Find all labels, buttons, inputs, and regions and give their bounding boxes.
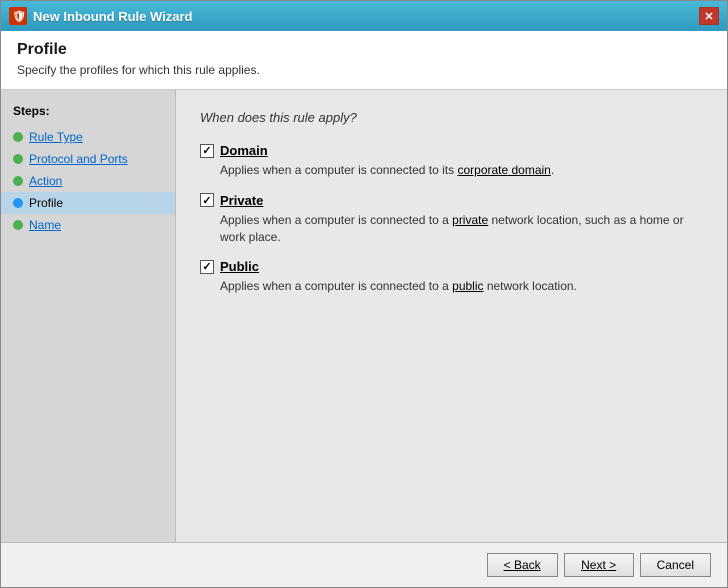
page-subtitle: Specify the profiles for which this rule… bbox=[17, 63, 711, 77]
sidebar-item-protocol-and-ports[interactable]: Protocol and Ports bbox=[1, 148, 175, 170]
sidebar-label-rule-type: Rule Type bbox=[29, 130, 83, 144]
profile-option-domain: Domain Applies when a computer is connec… bbox=[200, 143, 703, 179]
close-button[interactable]: ✕ bbox=[699, 7, 719, 25]
step-dot-protocol-and-ports bbox=[13, 154, 23, 164]
private-option-name: Private bbox=[220, 193, 263, 208]
wizard-window: 🛡 New Inbound Rule Wizard ✕ Profile Spec… bbox=[0, 0, 728, 588]
public-checkbox[interactable] bbox=[200, 260, 214, 274]
window-title: New Inbound Rule Wizard bbox=[33, 9, 193, 24]
domain-checkbox[interactable] bbox=[200, 144, 214, 158]
private-checkbox[interactable] bbox=[200, 193, 214, 207]
sidebar-item-action[interactable]: Action bbox=[1, 170, 175, 192]
sidebar-label-name: Name bbox=[29, 218, 61, 232]
steps-label: Steps: bbox=[1, 100, 175, 126]
question-text: When does this rule apply? bbox=[200, 110, 703, 125]
content-area: Steps: Rule Type Protocol and Ports Acti… bbox=[1, 90, 727, 542]
public-description: Applies when a computer is connected to … bbox=[220, 278, 703, 295]
page-header: Profile Specify the profiles for which t… bbox=[1, 31, 727, 90]
profile-option-private: Private Applies when a computer is conne… bbox=[200, 193, 703, 246]
sidebar-label-action: Action bbox=[29, 174, 62, 188]
domain-option-name: Domain bbox=[220, 143, 268, 158]
sidebar-label-protocol-and-ports: Protocol and Ports bbox=[29, 152, 128, 166]
step-dot-profile bbox=[13, 198, 23, 208]
domain-highlight: corporate domain bbox=[457, 163, 550, 177]
private-highlight: private bbox=[452, 213, 488, 227]
app-icon: 🛡 bbox=[9, 7, 27, 25]
title-bar-left: 🛡 New Inbound Rule Wizard bbox=[9, 7, 193, 25]
back-button-label: < Back bbox=[504, 558, 541, 572]
title-bar: 🛡 New Inbound Rule Wizard ✕ bbox=[1, 1, 727, 31]
profile-option-public: Public Applies when a computer is connec… bbox=[200, 259, 703, 295]
next-button-label: Next > bbox=[581, 558, 616, 572]
sidebar-item-name[interactable]: Name bbox=[1, 214, 175, 236]
public-option-name: Public bbox=[220, 259, 259, 274]
cancel-button[interactable]: Cancel bbox=[640, 553, 711, 577]
step-dot-action bbox=[13, 176, 23, 186]
back-button[interactable]: < Back bbox=[487, 553, 558, 577]
sidebar-item-rule-type[interactable]: Rule Type bbox=[1, 126, 175, 148]
private-option-header: Private bbox=[200, 193, 703, 208]
sidebar: Steps: Rule Type Protocol and Ports Acti… bbox=[1, 90, 176, 542]
domain-description: Applies when a computer is connected to … bbox=[220, 162, 703, 179]
footer: < Back Next > Cancel bbox=[1, 542, 727, 587]
main-content: When does this rule apply? Domain Applie… bbox=[176, 90, 727, 542]
next-button[interactable]: Next > bbox=[564, 553, 634, 577]
sidebar-item-profile[interactable]: Profile bbox=[1, 192, 175, 214]
domain-option-header: Domain bbox=[200, 143, 703, 158]
svg-text:🛡: 🛡 bbox=[12, 10, 26, 23]
sidebar-label-profile: Profile bbox=[29, 196, 63, 210]
public-option-header: Public bbox=[200, 259, 703, 274]
step-dot-name bbox=[13, 220, 23, 230]
page-title: Profile bbox=[17, 41, 711, 59]
step-dot-rule-type bbox=[13, 132, 23, 142]
public-highlight: public bbox=[452, 279, 483, 293]
private-description: Applies when a computer is connected to … bbox=[220, 212, 703, 246]
